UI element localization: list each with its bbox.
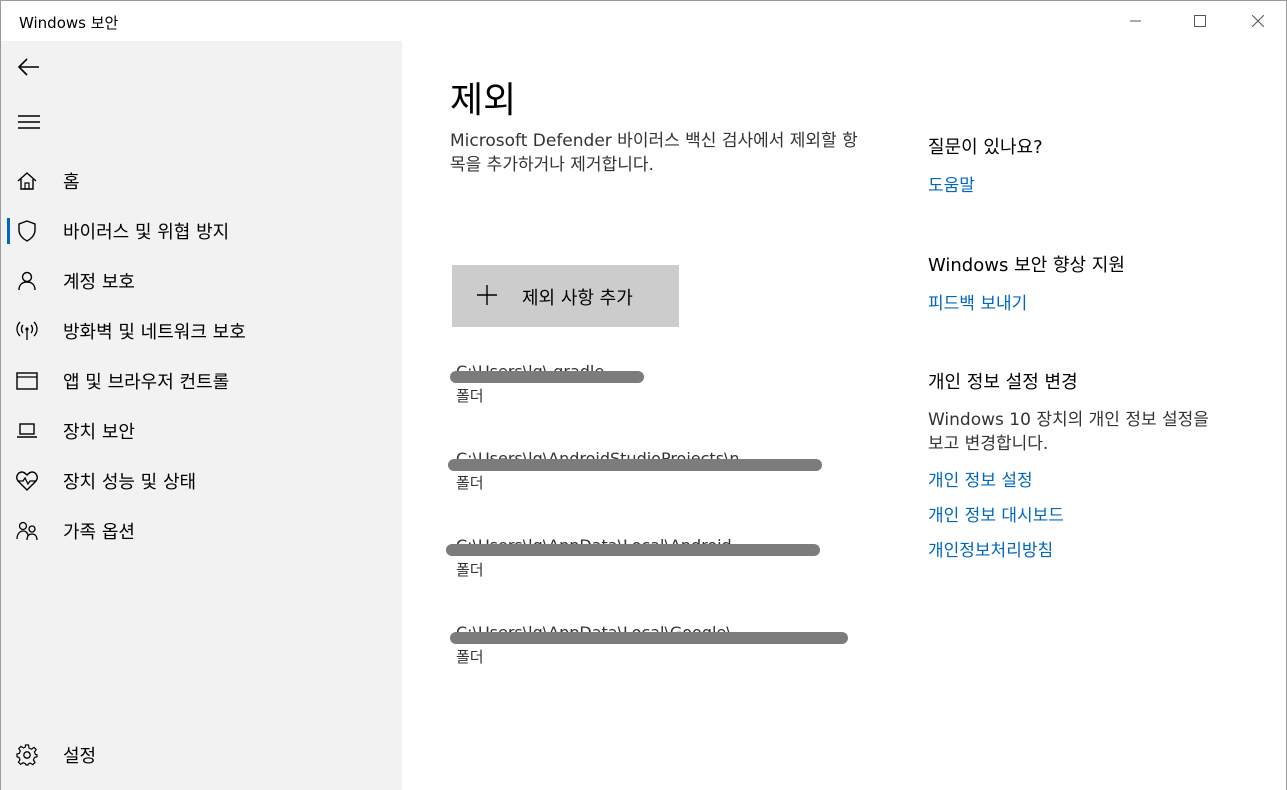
app-window: Windows 보안 홈 바이러스 및 위협 방지 계정 보호 방화벽 및 네트… (0, 0, 1287, 790)
title-bar: Windows 보안 (1, 1, 1286, 41)
home-icon (15, 169, 39, 193)
family-icon (15, 519, 39, 543)
minimize-button[interactable] (1113, 1, 1159, 41)
sidebar-item-label: 장치 성능 및 상태 (63, 472, 197, 493)
sidebar-item-home[interactable]: 홈 (1, 159, 402, 203)
main-content: 제외 Microsoft Defender 바이러스 백신 검사에서 제외할 항… (402, 41, 1286, 790)
exclusion-item[interactable]: C:\Users\lg\.gradle 폴더 (450, 363, 870, 413)
sidebar-item-label: 장치 보안 (63, 422, 135, 443)
sidebar-item-firewall[interactable]: 방화벽 및 네트워크 보호 (1, 309, 402, 353)
sidebar-item-label: 바이러스 및 위협 방지 (63, 222, 230, 243)
sidebar-item-label: 방화벽 및 네트워크 보호 (63, 322, 246, 343)
active-indicator (7, 218, 10, 244)
page-description: Microsoft Defender 바이러스 백신 검사에서 제외할 항목을 … (450, 131, 858, 175)
redaction-bar (446, 544, 820, 556)
sidebar-item-label: 홈 (63, 172, 80, 193)
redaction-bar (448, 459, 822, 471)
add-exclusion-button[interactable]: 제외 사항 추가 (452, 265, 679, 327)
window-title: Windows 보안 (19, 14, 119, 32)
plus-icon (477, 285, 497, 305)
sidebar-item-device-security[interactable]: 장치 보안 (1, 409, 402, 453)
help-link[interactable]: 도움말 (928, 171, 1248, 196)
exclusion-item[interactable]: C:\Users\lg\AppData\Local\Android 폴더 (446, 537, 870, 587)
feedback-section: Windows 보안 향상 지원 피드백 보내기 (928, 251, 1248, 314)
gear-icon (15, 743, 39, 767)
maximize-icon (1194, 15, 1206, 27)
exclusion-type: 폴더 (456, 387, 484, 405)
shield-icon (15, 219, 39, 243)
maximize-button[interactable] (1177, 1, 1223, 41)
close-button[interactable] (1235, 1, 1281, 41)
privacy-heading: 개인 정보 설정 변경 (928, 372, 1078, 393)
sidebar: 홈 바이러스 및 위협 방지 계정 보호 방화벽 및 네트워크 보호 앱 및 브… (1, 41, 402, 790)
privacy-dashboard-link[interactable]: 개인 정보 대시보드 (928, 501, 1248, 526)
exclusion-type: 폴더 (456, 648, 484, 666)
sidebar-item-account-protection[interactable]: 계정 보호 (1, 259, 402, 303)
feedback-link[interactable]: 피드백 보내기 (928, 289, 1248, 314)
help-section: 질문이 있나요? 도움말 (928, 133, 1248, 196)
sidebar-item-label: 가족 옵션 (63, 522, 135, 543)
back-arrow-icon (18, 58, 39, 76)
hamburger-menu-button[interactable] (11, 104, 47, 140)
wireless-icon (15, 319, 39, 343)
privacy-settings-link[interactable]: 개인 정보 설정 (928, 466, 1248, 491)
close-icon (1252, 15, 1264, 27)
back-button[interactable] (11, 49, 47, 85)
add-exclusion-label: 제외 사항 추가 (522, 288, 633, 309)
exclusion-type: 폴더 (456, 561, 484, 579)
redaction-bar (450, 371, 644, 383)
exclusion-item[interactable]: C:\Users\lg\AndroidStudioProjects\n 폴더 (448, 450, 870, 500)
exclusion-type: 폴더 (456, 474, 484, 492)
privacy-section: 개인 정보 설정 변경 Windows 10 장치의 개인 정보 설정을 보고 … (928, 368, 1248, 561)
hamburger-icon (18, 115, 40, 129)
improve-heading: Windows 보안 향상 지원 (928, 255, 1125, 276)
minimize-icon (1130, 20, 1141, 22)
laptop-icon (15, 419, 39, 443)
question-heading: 질문이 있나요? (928, 137, 1043, 158)
sidebar-item-settings[interactable]: 설정 (1, 733, 402, 777)
privacy-statement-link[interactable]: 개인정보처리방침 (928, 536, 1248, 561)
sidebar-item-virus-protection[interactable]: 바이러스 및 위협 방지 (1, 209, 402, 253)
sidebar-item-family-options[interactable]: 가족 옵션 (1, 509, 402, 553)
browser-window-icon (15, 369, 39, 393)
privacy-description: Windows 10 장치의 개인 정보 설정을 보고 변경합니다. (928, 410, 1209, 454)
sidebar-item-label: 계정 보호 (63, 272, 135, 293)
sidebar-item-app-browser-control[interactable]: 앱 및 브라우저 컨트롤 (1, 359, 402, 403)
sidebar-item-label: 설정 (63, 746, 97, 767)
sidebar-item-device-performance[interactable]: 장치 성능 및 상태 (1, 459, 402, 503)
exclusion-item[interactable]: C:\Users\lg\AppData\Local\Google\ 폴더 (450, 624, 870, 674)
redaction-bar (450, 632, 848, 644)
person-icon (15, 269, 39, 293)
sidebar-item-label: 앱 및 브라우저 컨트롤 (63, 372, 230, 393)
heart-pulse-icon (15, 469, 39, 493)
page-title: 제외 (450, 80, 517, 121)
